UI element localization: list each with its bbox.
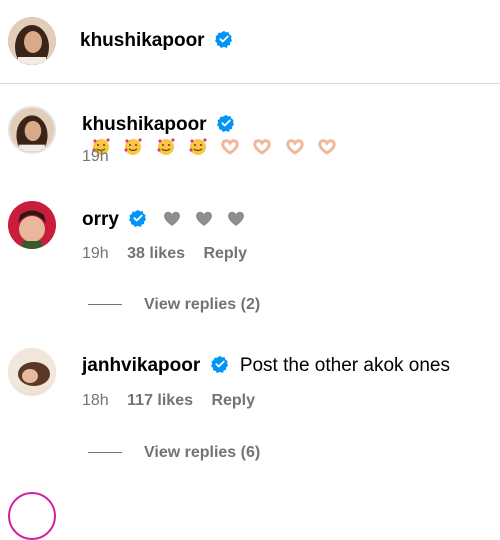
view-replies-button[interactable]: View replies (6) [88,444,260,462]
avatar[interactable] [8,201,56,249]
comment-emojis [161,208,253,234]
comment-username[interactable]: orry [82,209,119,230]
avatar-image-icon [8,201,56,249]
divider-line [88,452,122,454]
comment-header: orry [82,208,252,234]
avatar[interactable] [8,348,56,396]
comment-meta: 19h 38 likes Reply [82,245,261,263]
post-author-username[interactable]: khushikapoor [80,30,205,51]
avatar-image-icon [8,17,56,65]
comment-time[interactable]: 19h [82,148,109,165]
avatar[interactable] [8,17,56,65]
smiling-face-with-hearts-icon [155,136,177,156]
verified-badge-icon [210,355,229,373]
reply-button[interactable]: Reply [203,245,247,262]
view-replies-button[interactable]: View replies (2) [88,296,260,314]
post-author[interactable]: khushikapoor [80,30,233,52]
verified-badge-icon [214,30,233,48]
view-replies-label[interactable]: View replies (2) [144,296,260,313]
comment-time[interactable]: 19h [82,245,109,262]
heart-hands-icon [316,136,338,156]
comment-meta: 18h 117 likes Reply [82,392,269,410]
heart-hands-icon [284,136,306,156]
grey-heart-icon [225,208,247,228]
grey-heart-icon [161,208,183,228]
avatar-image-icon [8,348,56,396]
view-replies-label[interactable]: View replies (6) [144,444,260,461]
comment-likes[interactable]: 117 likes [127,392,193,409]
comment-username[interactable]: khushikapoor [82,114,207,135]
grey-heart-icon [193,208,215,228]
avatar[interactable] [8,106,56,154]
avatar[interactable] [8,492,56,540]
reply-button[interactable]: Reply [211,392,255,409]
comment-header: janhvikapoor Post the other akok ones [82,355,450,377]
comment-likes[interactable]: 38 likes [127,245,185,262]
avatar-image-icon [10,108,54,152]
heart-hands-icon [219,136,241,156]
smiling-face-with-hearts-icon [187,136,209,156]
heart-hands-icon [251,136,273,156]
post-header: khushikapoor [0,0,500,84]
comment-header: khushikapoor [82,114,500,162]
comment-emojis [90,136,343,162]
verified-badge-icon [216,114,235,132]
comment-time[interactable]: 18h [82,392,109,409]
comment-username[interactable]: janhvikapoor [82,355,200,376]
divider-line [88,304,122,306]
comment-text: Post the other akok ones [239,355,450,376]
verified-badge-icon [129,209,147,227]
comment-meta: 19h [82,148,123,166]
smiling-face-with-hearts-icon [122,136,144,156]
